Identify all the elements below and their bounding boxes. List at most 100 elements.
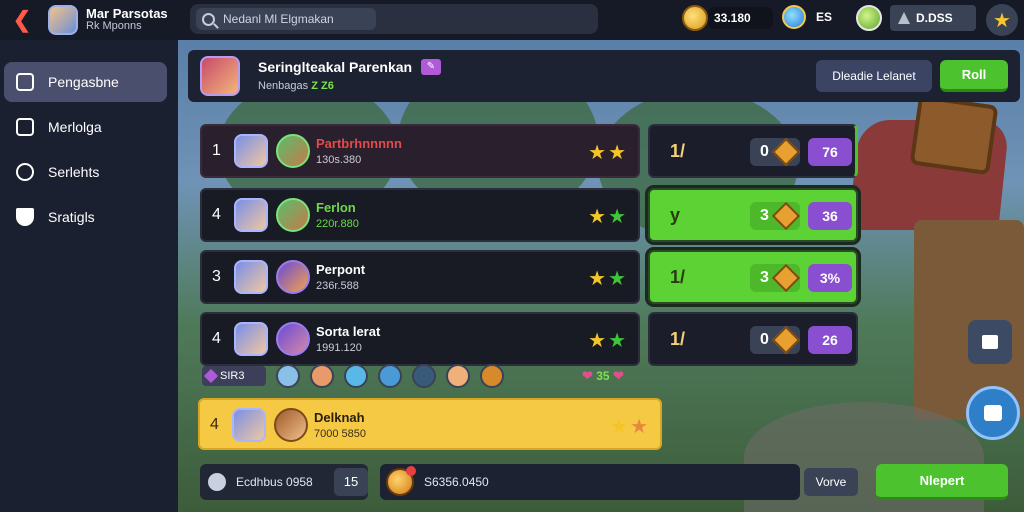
arrow-up-icon <box>898 12 910 24</box>
notification-dot <box>406 466 416 476</box>
inbox-icon <box>16 73 34 91</box>
stat-box[interactable]: 1/ 0 76 <box>648 124 858 178</box>
search-field[interactable] <box>196 8 376 30</box>
team-badge[interactable]: SIR3 <box>202 366 266 386</box>
next-button[interactable]: Nlepert <box>876 464 1008 500</box>
pet-avatar <box>274 408 308 442</box>
stat-box[interactable]: 1/ 3 3% <box>648 250 858 304</box>
secondary-button[interactable]: Dleadie Lelanet <box>816 60 932 92</box>
row-stars: ★★ <box>588 140 628 165</box>
search-input[interactable] <box>223 12 363 26</box>
leaderboard-row[interactable]: 3 Perpont 236r.588 ★★ <box>200 250 640 304</box>
diamond-icon <box>203 368 219 384</box>
row-rank: 4 <box>212 330 221 347</box>
row-score: 236r.588 <box>316 280 359 292</box>
chevron-left-icon: ❮ <box>12 7 32 32</box>
stat-mid: 3 <box>750 263 801 293</box>
team-member-avatar[interactable] <box>310 364 334 388</box>
coin-icon <box>682 5 708 31</box>
favorites-button[interactable]: ★ <box>986 4 1018 36</box>
row-rank: 4 <box>212 206 221 223</box>
gem-value: ES <box>816 10 833 24</box>
row-name: Partbrhnnnnn <box>316 136 402 151</box>
row-stars: ★★ <box>588 266 628 291</box>
team-member-avatar[interactable] <box>480 364 504 388</box>
vorve-button[interactable]: Vorve <box>804 468 858 496</box>
sidebar-item-pengasbne[interactable]: Pengasbne <box>4 62 167 102</box>
team-member-avatar[interactable] <box>446 364 470 388</box>
energy-counter[interactable]: D.DSS <box>856 5 976 31</box>
team-avatar <box>200 56 240 96</box>
row-name: Delknah <box>314 410 365 425</box>
row-score: 1991.120 <box>316 342 362 354</box>
team-member-avatar[interactable] <box>412 364 436 388</box>
stat-mid: 3 <box>750 201 801 231</box>
row-stars: ★★ <box>610 414 650 439</box>
gem-counter[interactable]: ES <box>782 5 832 29</box>
chat-icon <box>208 473 226 491</box>
star-icon: ★ <box>993 9 1011 32</box>
stat-box[interactable]: y 3 36 <box>648 188 858 242</box>
heart-icon: ❤ <box>582 368 593 383</box>
panel-title: Seringlteakal Parenkan <box>258 59 413 75</box>
search-icon <box>202 12 215 26</box>
my-leaderboard-row[interactable]: 4 Delknah 7000 5850 ★★ <box>198 398 662 450</box>
row-rank: 4 <box>210 416 219 433</box>
sidebar-item-label: Pengasbne <box>48 74 119 90</box>
roll-button[interactable]: Roll <box>940 60 1008 92</box>
inventory-button[interactable] <box>966 386 1020 440</box>
stat-right: 3% <box>808 264 852 292</box>
team-member-avatar[interactable] <box>344 364 368 388</box>
row-stars: ★★ <box>588 328 628 353</box>
leaderboard-row[interactable]: 1 Partbrhnnnnn 130s.380 ★★ <box>200 124 640 178</box>
row-stars: ★★ <box>588 204 628 229</box>
team-member-avatar[interactable] <box>378 364 402 388</box>
sidebar-item-sratigls[interactable]: Sratigls <box>4 197 167 237</box>
player-info: Mar Parsotas Rk Mponns <box>86 7 168 33</box>
gem-icon <box>771 325 801 355</box>
sidebar-item-serlehts[interactable]: Serlehts <box>4 152 167 192</box>
shop-button[interactable] <box>968 320 1012 364</box>
shop-sign-icon <box>909 94 999 176</box>
star-icon: ★ <box>608 268 628 290</box>
subtitle-value: Z Z6 <box>311 80 334 92</box>
gem-icon <box>771 137 801 167</box>
sidebar-item-label: Merlolga <box>48 119 102 135</box>
stat-mid: 0 <box>750 325 801 355</box>
star-icon: ★ <box>588 268 609 290</box>
shield-icon <box>16 208 34 226</box>
gem-icon <box>771 263 801 293</box>
reward-text: S6356.0450 <box>424 475 489 489</box>
player-avatar <box>234 198 268 232</box>
panel-header: Seringlteakal Parenkan ✎ Nenbagas Z Z6 D… <box>188 50 1020 102</box>
star-icon: ★ <box>608 142 628 164</box>
leaderboard-row[interactable]: 4 Ferlon 220r.880 ★★ <box>200 188 640 242</box>
sidebar: Pengasbne Merlolga Serlehts Sratigls <box>0 40 178 512</box>
row-score: 130s.380 <box>316 154 362 166</box>
row-score: 7000 5850 <box>314 428 366 440</box>
coin-counter[interactable]: 33.180 <box>682 5 773 31</box>
player-avatar[interactable] <box>48 5 78 35</box>
panel-subtitle: Nenbagas Z Z6 <box>258 80 334 92</box>
stat-box[interactable]: 1/ 0 26 <box>648 312 858 366</box>
count-badge[interactable]: 15 <box>334 468 368 496</box>
top-bar: ❮ Mar Parsotas Rk Mponns 33.180 ES D.DSS… <box>0 0 1024 40</box>
leaderboard-row[interactable]: 4 Sorta lerat 1991.120 ★★ <box>200 312 640 366</box>
gem-icon <box>771 201 801 231</box>
heart-icon: ❤ <box>612 368 624 383</box>
player-subtitle: Rk Mponns <box>86 20 142 32</box>
star-icon: ★ <box>588 330 609 352</box>
leaf-icon <box>856 5 882 31</box>
reward-bar[interactable]: S6356.0450 <box>380 464 800 500</box>
stat-left: y <box>670 205 681 225</box>
back-button[interactable]: ❮ <box>8 6 36 34</box>
team-member-avatar[interactable] <box>276 364 300 388</box>
row-name: Ferlon <box>316 200 356 215</box>
sidebar-item-label: Sratigls <box>48 209 95 225</box>
player-avatar <box>234 322 268 356</box>
stat-right: 76 <box>808 138 852 166</box>
pet-avatar <box>276 322 310 356</box>
stat-left: 1/ <box>670 267 686 287</box>
player-avatar <box>234 260 268 294</box>
sidebar-item-merlolga[interactable]: Merlolga <box>4 107 167 147</box>
